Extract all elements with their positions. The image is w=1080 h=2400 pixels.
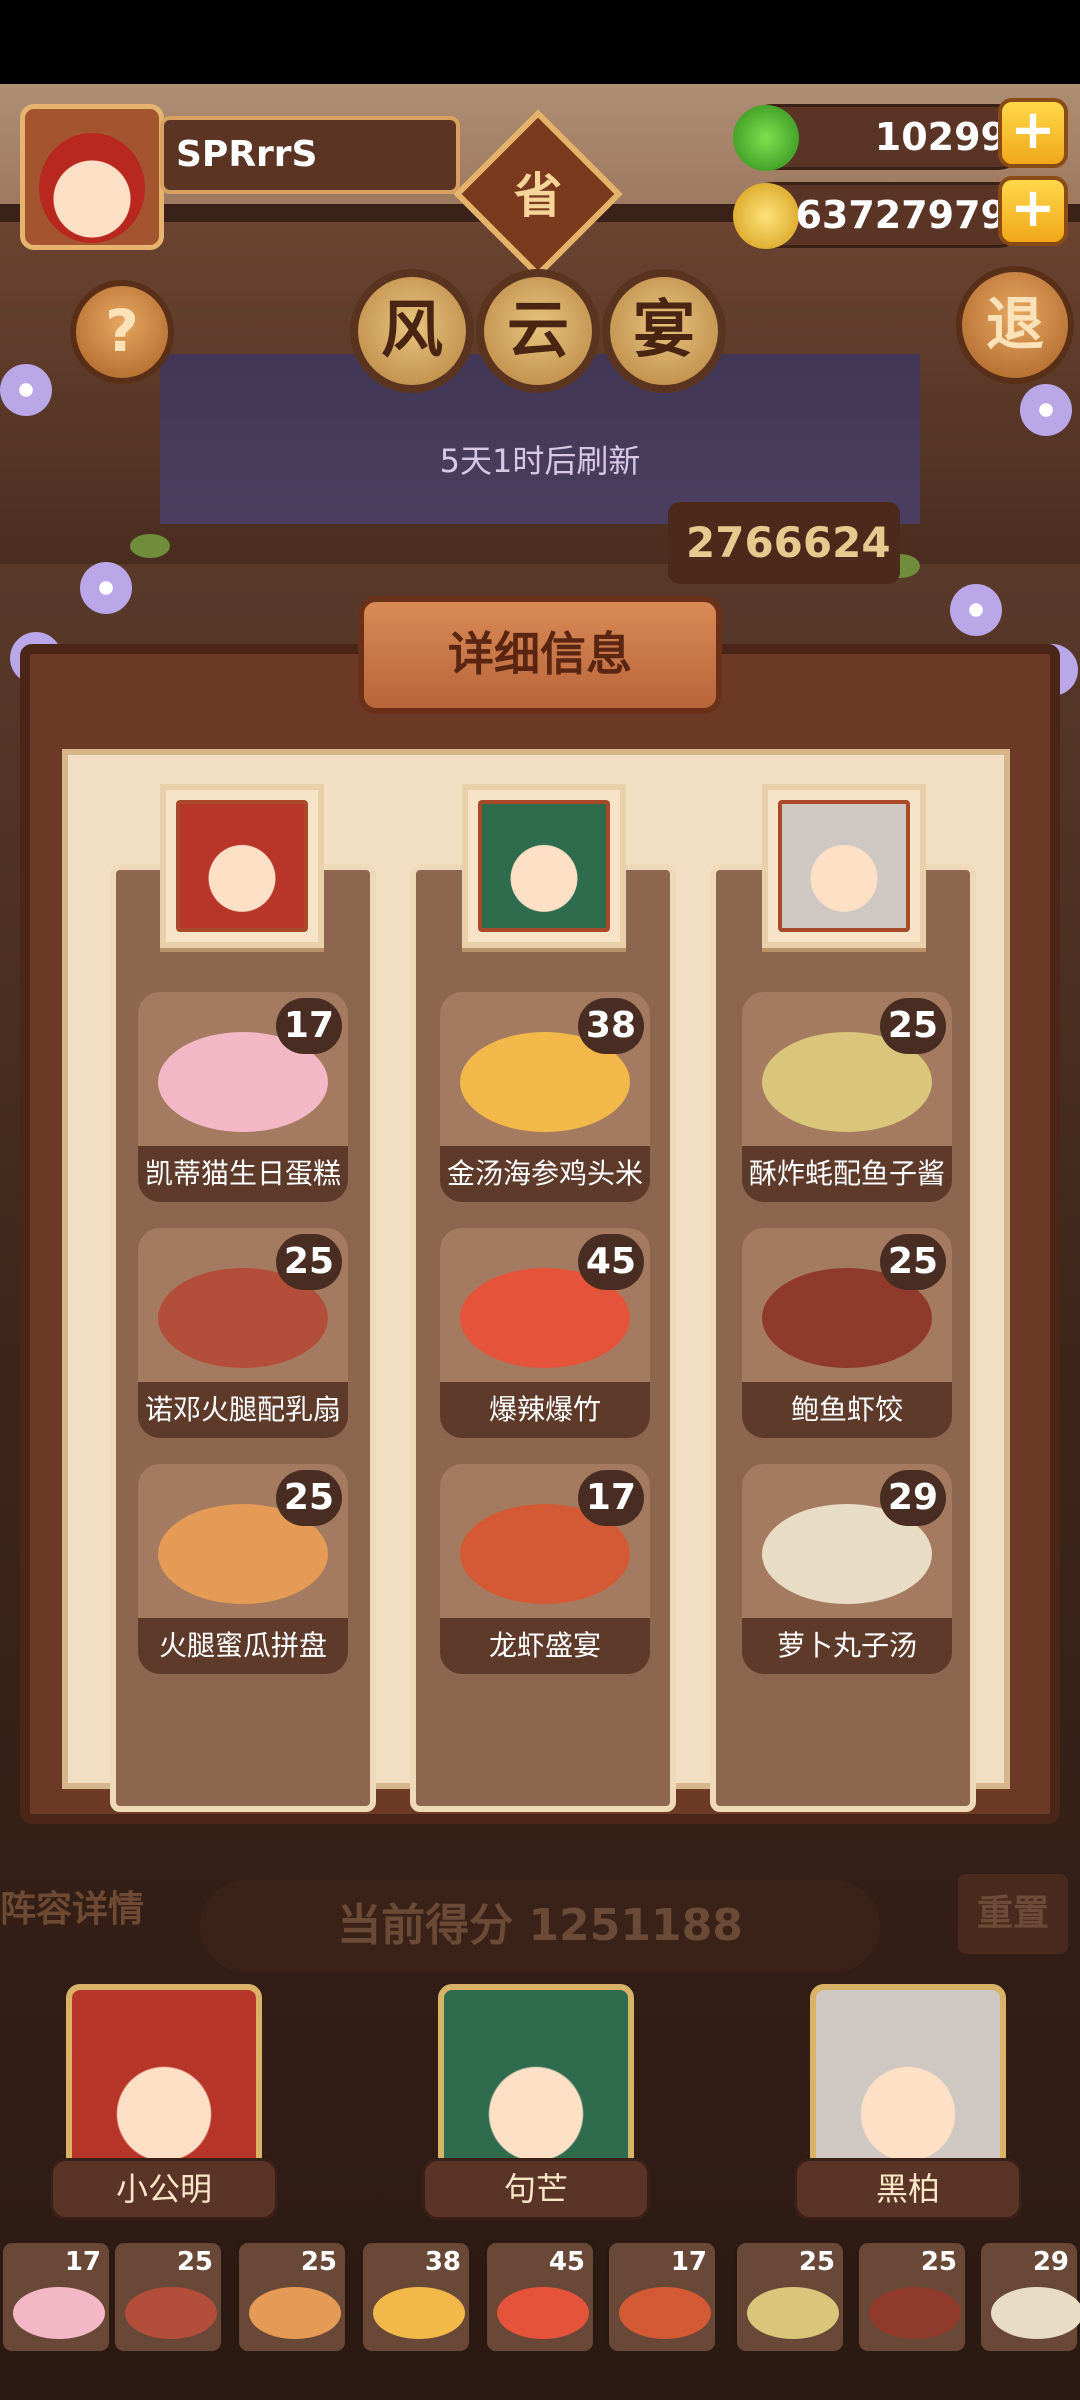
dish-card[interactable]: 17 凯蒂猫生日蛋糕 xyxy=(138,992,348,1202)
hero-name: 句芒 xyxy=(422,2158,650,2220)
dish-thumb-image xyxy=(619,2287,711,2339)
coin-value: 63727979 xyxy=(795,193,1007,237)
dish-thumb-count: 45 xyxy=(548,2247,585,2277)
lineup-details-label[interactable]: 阵容详情 xyxy=(0,1880,144,1932)
dish-thumb-image xyxy=(13,2287,105,2339)
dish-thumb[interactable]: 38 xyxy=(360,2240,472,2354)
province-badge-label: 省 xyxy=(513,168,562,224)
dish-thumb-count: 25 xyxy=(798,2247,835,2277)
hero-portrait-xiao-gongming xyxy=(160,784,324,948)
reset-button[interactable]: 重置 xyxy=(958,1874,1068,1954)
dish-name: 鲍鱼虾饺 xyxy=(742,1382,952,1438)
dish-thumb-image xyxy=(991,2287,1080,2339)
detail-title: 详细信息 xyxy=(358,596,722,714)
dish-count: 25 xyxy=(275,1234,342,1290)
dish-thumb[interactable]: 29 xyxy=(978,2240,1080,2354)
flower-decoration xyxy=(950,584,1002,636)
dish-thumb[interactable]: 17 xyxy=(606,2240,718,2354)
dish-card[interactable]: 25 鲍鱼虾饺 xyxy=(742,1228,952,1438)
dish-card[interactable]: 38 金汤海参鸡头米 xyxy=(440,992,650,1202)
dish-card[interactable]: 25 酥炸蚝配鱼子酱 xyxy=(742,992,952,1202)
hero-name: 小公明 xyxy=(50,2158,278,2220)
title-char-feng: 风 xyxy=(350,269,474,393)
dish-thumb-image xyxy=(125,2287,217,2339)
dish-name: 爆辣爆竹 xyxy=(440,1382,650,1438)
hero-portrait-image xyxy=(778,800,910,932)
dish-thumb-count: 25 xyxy=(920,2247,957,2277)
dish-thumb-image xyxy=(497,2287,589,2339)
player-name: SPRrrS xyxy=(160,116,460,194)
add-jade-button[interactable]: + xyxy=(998,98,1068,168)
dish-thumb-count: 17 xyxy=(670,2247,707,2277)
dish-count: 17 xyxy=(577,1470,644,1526)
dish-count: 38 xyxy=(577,998,644,1054)
hero-portrait-hei-bai xyxy=(762,784,926,948)
refresh-timer: 5天1时后刷新 xyxy=(439,442,641,480)
dish-thumb-count: 17 xyxy=(64,2247,101,2277)
dish-count: 45 xyxy=(577,1234,644,1290)
dish-name: 龙虾盛宴 xyxy=(440,1618,650,1674)
dish-count: 29 xyxy=(879,1470,946,1526)
player-avatar[interactable] xyxy=(20,104,164,250)
dish-thumb[interactable]: 45 xyxy=(484,2240,596,2354)
game-screen: SPRrrS 10299 + 63727979 + ? 退 省 风 云 宴 5天… xyxy=(0,84,1080,2400)
dish-thumb-image xyxy=(249,2287,341,2339)
dish-thumb[interactable]: 17 xyxy=(0,2240,112,2354)
jade-value: 10299 xyxy=(874,115,1007,159)
dish-count: 25 xyxy=(879,998,946,1054)
dish-thumb[interactable]: 25 xyxy=(236,2240,348,2354)
dish-card[interactable]: 29 萝卜丸子汤 xyxy=(742,1464,952,1674)
dish-thumb[interactable]: 25 xyxy=(734,2240,846,2354)
dish-thumb-count: 25 xyxy=(176,2247,213,2277)
dish-thumb-count: 25 xyxy=(300,2247,337,2277)
hero-portrait-image xyxy=(176,800,308,932)
leaf-decoration xyxy=(130,534,170,558)
jade-resource-bar: 10299 xyxy=(733,104,1030,171)
flower-decoration xyxy=(0,364,52,416)
dish-card[interactable]: 25 诺邓火腿配乳扇 xyxy=(138,1228,348,1438)
hero-portrait-gou-mang xyxy=(462,784,626,948)
dish-thumb-count: 29 xyxy=(1032,2247,1069,2277)
top-score: 2766624 xyxy=(668,502,900,584)
dish-thumb-image xyxy=(869,2287,961,2339)
hero-portrait-image xyxy=(478,800,610,932)
dish-name: 凯蒂猫生日蛋糕 xyxy=(138,1146,348,1202)
title-char-yan: 宴 xyxy=(602,269,726,393)
dish-name: 火腿蜜瓜拼盘 xyxy=(138,1618,348,1674)
dish-thumb-count: 38 xyxy=(424,2247,461,2277)
dish-thumb-image xyxy=(373,2287,465,2339)
dish-count: 25 xyxy=(275,1470,342,1526)
flower-decoration xyxy=(1020,384,1072,436)
dish-name: 萝卜丸子汤 xyxy=(742,1618,952,1674)
dish-thumb-image xyxy=(747,2287,839,2339)
dish-card[interactable]: 17 龙虾盛宴 xyxy=(440,1464,650,1674)
dish-card[interactable]: 25 火腿蜜瓜拼盘 xyxy=(138,1464,348,1674)
avatar-portrait xyxy=(39,133,145,243)
dish-name: 金汤海参鸡头米 xyxy=(440,1146,650,1202)
coin-resource-bar: 63727979 xyxy=(733,182,1030,249)
dish-name: 诺邓火腿配乳扇 xyxy=(138,1382,348,1438)
dish-thumb[interactable]: 25 xyxy=(856,2240,968,2354)
exit-button[interactable]: 退 xyxy=(956,266,1074,384)
hero-name: 黑柏 xyxy=(794,2158,1022,2220)
dish-card[interactable]: 45 爆辣爆竹 xyxy=(440,1228,650,1438)
flower-decoration xyxy=(80,562,132,614)
dish-count: 25 xyxy=(879,1234,946,1290)
help-button[interactable]: ? xyxy=(70,280,174,384)
dish-count: 17 xyxy=(275,998,342,1054)
jade-icon xyxy=(733,105,799,171)
dish-thumb[interactable]: 25 xyxy=(112,2240,224,2354)
add-coins-button[interactable]: + xyxy=(998,176,1068,246)
current-score: 当前得分 1251188 xyxy=(200,1880,880,1972)
dish-name: 酥炸蚝配鱼子酱 xyxy=(742,1146,952,1202)
coin-icon xyxy=(733,183,799,249)
title-char-yun: 云 xyxy=(476,269,600,393)
